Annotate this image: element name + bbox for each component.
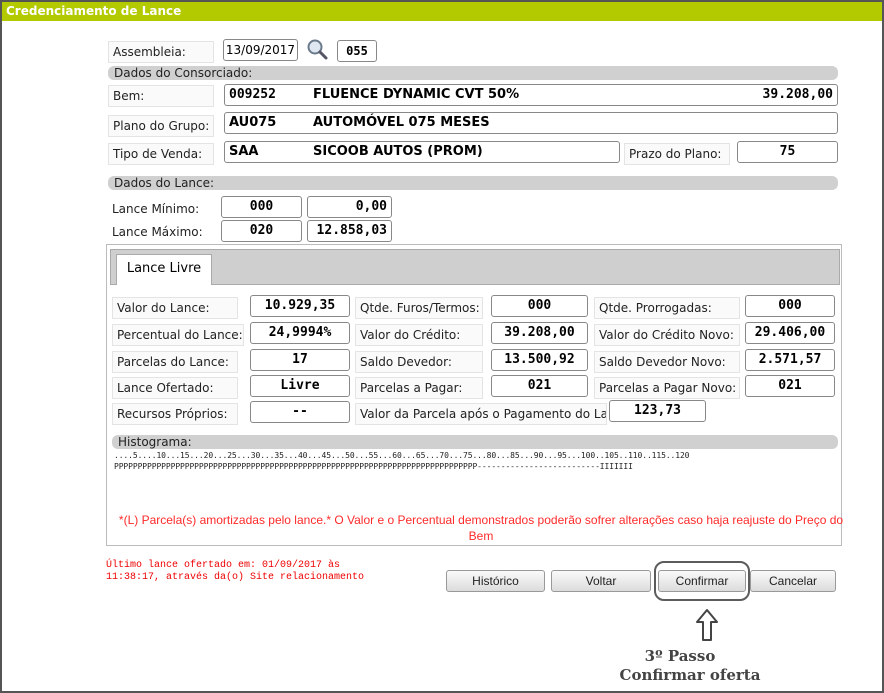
bem-field: 009252 FLUENCE DYNAMIC CVT 50% 39.208,00 [224,84,838,106]
plano-label: Plano do Grupo: [108,115,214,137]
prazo-field: 75 [737,141,838,163]
saldo-novo-label: Saldo Devedor Novo: [594,351,740,373]
assembleia-label: Assembleia: [108,41,214,63]
valor-parcela-field: 123,73 [609,400,706,422]
recursos-field: -- [250,401,350,423]
assembleia-number-field[interactable]: 055 [337,40,377,62]
histograma-label: Histograma: [112,435,838,449]
percentual-field[interactable]: 24,9994% [250,322,350,344]
bem-name: FLUENCE DYNAMIC CVT 50% [313,87,520,102]
confirmar-button[interactable]: Confirmar [658,570,746,592]
section-lance: Dados do Lance: [108,176,838,190]
tipo-venda-label: Tipo de Venda: [108,143,214,165]
lance-ofertado-field: Livre [250,375,350,397]
valor-lance-label: Valor do Lance: [112,297,238,319]
prazo-label: Prazo do Plano: [624,143,730,165]
saldo-devedor-field: 13.500,92 [491,349,588,371]
credito-novo-field: 29.406,00 [745,322,835,344]
parcelas-lance-label: Parcelas do Lance: [112,351,238,373]
tipo-venda-field: SAA SICOOB AUTOS (PROM) [224,141,620,163]
bem-value: 39.208,00 [762,87,833,102]
plano-field: AU075 AUTOMÓVEL 075 MESES [224,112,838,134]
valor-lance-field[interactable]: 10.929,35 [250,295,350,317]
parcelas-novo-label: Parcelas a Pagar Novo: [594,377,740,399]
valor-credito-field: 39.208,00 [491,322,588,344]
search-icon[interactable] [305,37,329,61]
lance-minimo-num: 000 [221,196,302,218]
credito-novo-label: Valor do Crédito Novo: [594,324,740,346]
step-description: Confirmar oferta [619,666,761,684]
historico-button[interactable]: Histórico [446,570,545,592]
section-consorciado: Dados do Consorciado: [108,66,838,80]
step-label: 3º Passo [644,647,716,665]
parcelas-pagar-label: Parcelas a Pagar: [355,377,483,399]
parcelas-pagar-field: 021 [491,375,588,397]
lance-minimo-label: Lance Mínimo: [112,202,200,216]
last-offer-text: Último lance ofertado em: 01/09/2017 às … [106,560,365,583]
assembleia-date-field[interactable]: 13/09/2017 [223,39,298,61]
bem-label: Bem: [108,85,214,107]
lance-ofertado-label: Lance Ofertado: [112,377,238,399]
tab-bar [110,249,840,285]
window-title: Credenciamento de Lance [2,2,882,21]
saldo-devedor-label: Saldo Devedor: [355,351,483,373]
recursos-label: Recursos Próprios: [112,403,238,425]
valor-parcela-label: Valor da Parcela após o Pagamento do Lan [355,403,607,425]
cancelar-button[interactable]: Cancelar [750,570,836,592]
parcelas-lance-field: 17 [250,349,350,371]
voltar-button[interactable]: Voltar [551,570,651,592]
parcelas-novo-field: 021 [745,375,835,397]
plano-code: AU075 [229,115,277,130]
tab-lance-livre[interactable]: Lance Livre [116,254,212,285]
valor-credito-label: Valor do Crédito: [355,324,483,346]
arrow-up-icon [695,608,719,642]
lance-minimo-value: 0,00 [307,196,392,218]
histograma-bars: PPPPPPPPPPPPPPPPPPPPPPPPPPPPPPPPPPPPPPPP… [114,462,633,471]
lance-maximo-value: 12.858,03 [307,220,392,242]
bem-code: 009252 [229,87,276,102]
prorrogadas-field: 000 [745,295,835,317]
lance-maximo-label: Lance Máximo: [112,225,203,239]
histograma-scale: ....5....10...15...20...25...30...35...4… [114,451,690,460]
lance-maximo-num: 020 [221,220,302,242]
tipo-code: SAA [229,144,259,159]
plano-name: AUTOMÓVEL 075 MESES [313,115,490,130]
prorrogadas-label: Qtde. Prorrogadas: [594,297,740,319]
furos-label: Qtde. Furos/Termos: [355,297,483,319]
notice-text: *(L) Parcela(s) amortizadas pelo lance.*… [118,513,844,543]
percentual-label: Percentual do Lance: [112,324,244,346]
tipo-name: SICOOB AUTOS (PROM) [313,144,483,159]
furos-field: 000 [491,295,588,317]
saldo-novo-field: 2.571,57 [745,349,835,371]
